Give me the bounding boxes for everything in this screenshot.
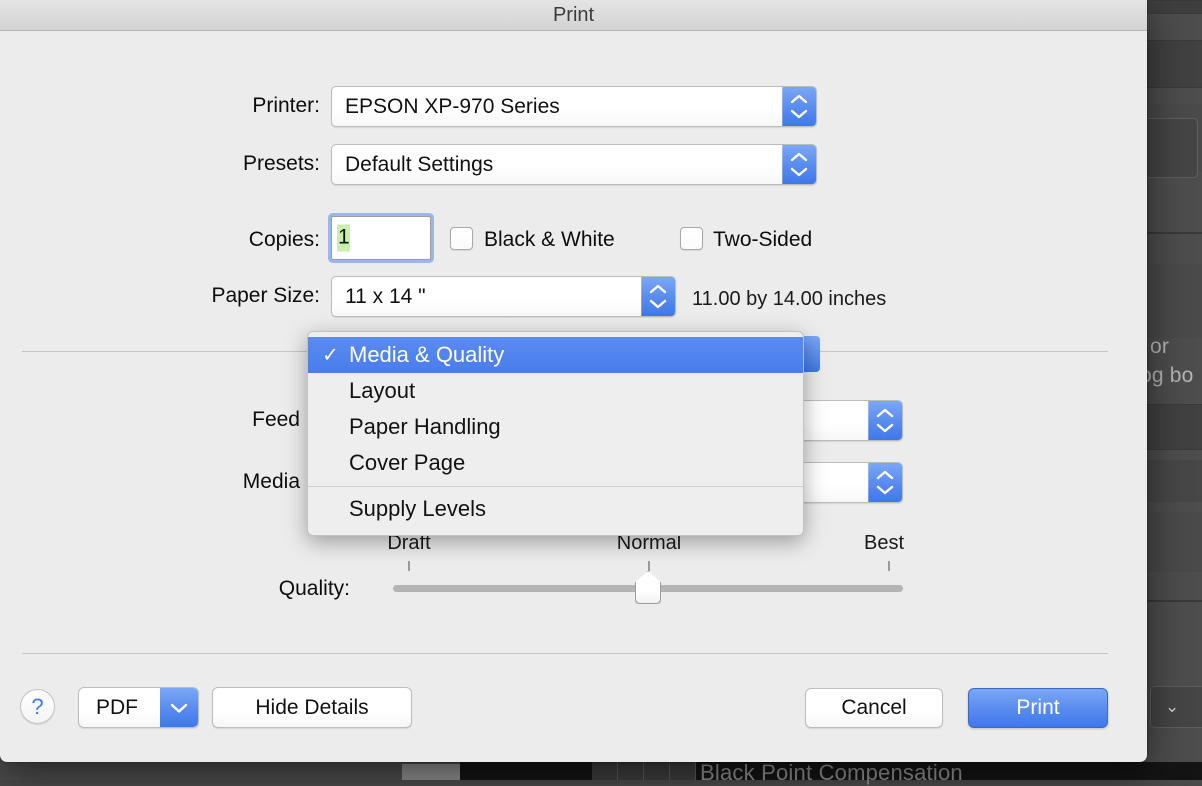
presets-popup-button[interactable]: Default Settings <box>331 144 817 185</box>
printer-label: Printer: <box>120 94 320 118</box>
chevron-down-icon <box>875 422 895 433</box>
chevron-down-icon <box>648 298 668 309</box>
help-button[interactable]: ? <box>20 689 55 724</box>
menu-item-paper-handling[interactable]: Paper Handling <box>308 409 803 445</box>
chevron-up-icon <box>648 284 668 295</box>
print-dialog: Print Printer: EPSON XP-970 Series Prese… <box>0 0 1147 762</box>
quality-tick-draft <box>408 561 410 571</box>
print-pane-dropdown-menu[interactable]: ✓ Media & Quality Layout Paper Handling … <box>307 331 804 536</box>
background-text-fragment-2: og bo <box>1140 364 1194 388</box>
chevron-down-icon <box>789 166 809 177</box>
hide-details-button[interactable]: Hide Details <box>212 687 412 728</box>
menu-item-cover-page[interactable]: Cover Page <box>308 445 803 481</box>
feed-label: Feed <box>100 408 300 432</box>
chevron-down-icon <box>789 108 809 119</box>
chevron-down-icon: ⌄ <box>1165 697 1179 717</box>
menu-item-label: Paper Handling <box>349 414 501 440</box>
background-tile <box>618 762 644 780</box>
pdf-button[interactable]: PDF <box>78 687 199 728</box>
pdf-dropdown-arrow[interactable] <box>160 688 198 727</box>
menu-item-label: Media & Quality <box>349 342 504 368</box>
paper-size-label: Paper Size: <box>120 284 320 308</box>
menu-item-layout[interactable]: Layout <box>308 373 803 409</box>
printer-stepper[interactable] <box>782 87 816 126</box>
dialog-titlebar: Print <box>0 0 1147 31</box>
quality-slider-thumb[interactable] <box>635 571 661 604</box>
cancel-button[interactable]: Cancel <box>805 688 943 728</box>
background-tile <box>592 762 618 780</box>
menu-item-label: Supply Levels <box>349 496 486 522</box>
chevron-up-icon <box>789 152 809 163</box>
background-panel-box <box>1138 118 1198 178</box>
dialog-title: Print <box>0 4 1147 27</box>
paper-dimensions-note: 11.00 by 14.00 inches <box>692 288 886 311</box>
black-and-white-checkbox[interactable] <box>450 227 473 250</box>
background-swatch <box>402 764 460 780</box>
background-tile <box>644 762 670 780</box>
presets-label: Presets: <box>120 152 320 176</box>
quality-tick-label-best: Best <box>864 532 904 555</box>
two-sided-label: Two-Sided <box>713 228 812 252</box>
menu-item-label: Layout <box>349 378 415 404</box>
menu-item-media-quality[interactable]: ✓ Media & Quality <box>308 337 803 373</box>
presets-stepper[interactable] <box>782 145 816 184</box>
presets-popup-value: Default Settings <box>345 153 493 177</box>
quality-tick-normal <box>648 561 650 571</box>
checkmark-icon: ✓ <box>322 343 339 368</box>
two-sided-checkbox[interactable] <box>680 227 703 250</box>
menu-separator <box>308 486 803 487</box>
chevron-down-icon <box>875 484 895 495</box>
chevron-up-icon <box>789 94 809 105</box>
paper-size-popup-value: 11 x 14 " <box>345 285 426 309</box>
background-tile <box>670 762 696 780</box>
paper-size-popup-button[interactable]: 11 x 14 " <box>331 276 676 317</box>
paper-size-stepper[interactable] <box>641 277 675 316</box>
background-text-fragment-3: Black Point Compensation <box>700 760 963 786</box>
copies-label: Copies: <box>120 228 320 252</box>
menu-item-label: Cover Page <box>349 450 465 476</box>
quality-label: Quality: <box>150 577 350 601</box>
menu-item-supply-levels[interactable]: Supply Levels <box>308 491 803 527</box>
background-dropdown[interactable]: ⌄ <box>1150 686 1202 728</box>
quality-tick-best <box>888 561 890 571</box>
printer-popup-button[interactable]: EPSON XP-970 Series <box>331 86 817 127</box>
printer-popup-value: EPSON XP-970 Series <box>345 95 560 119</box>
section-separator-bottom <box>22 653 1108 654</box>
print-button[interactable]: Print <box>968 688 1108 728</box>
copies-input[interactable]: 1 <box>331 216 431 260</box>
black-and-white-label: Black & White <box>484 228 615 252</box>
copies-input-value: 1 <box>337 225 350 252</box>
chevron-down-icon <box>169 702 189 714</box>
feed-stepper[interactable] <box>868 401 902 440</box>
chevron-up-icon <box>875 408 895 419</box>
background-text-fragment-1: or <box>1150 335 1169 359</box>
pdf-button-label: PDF <box>96 696 138 720</box>
chevron-up-icon <box>875 470 895 481</box>
media-stepper[interactable] <box>868 463 902 502</box>
media-label: Media <box>100 470 300 494</box>
